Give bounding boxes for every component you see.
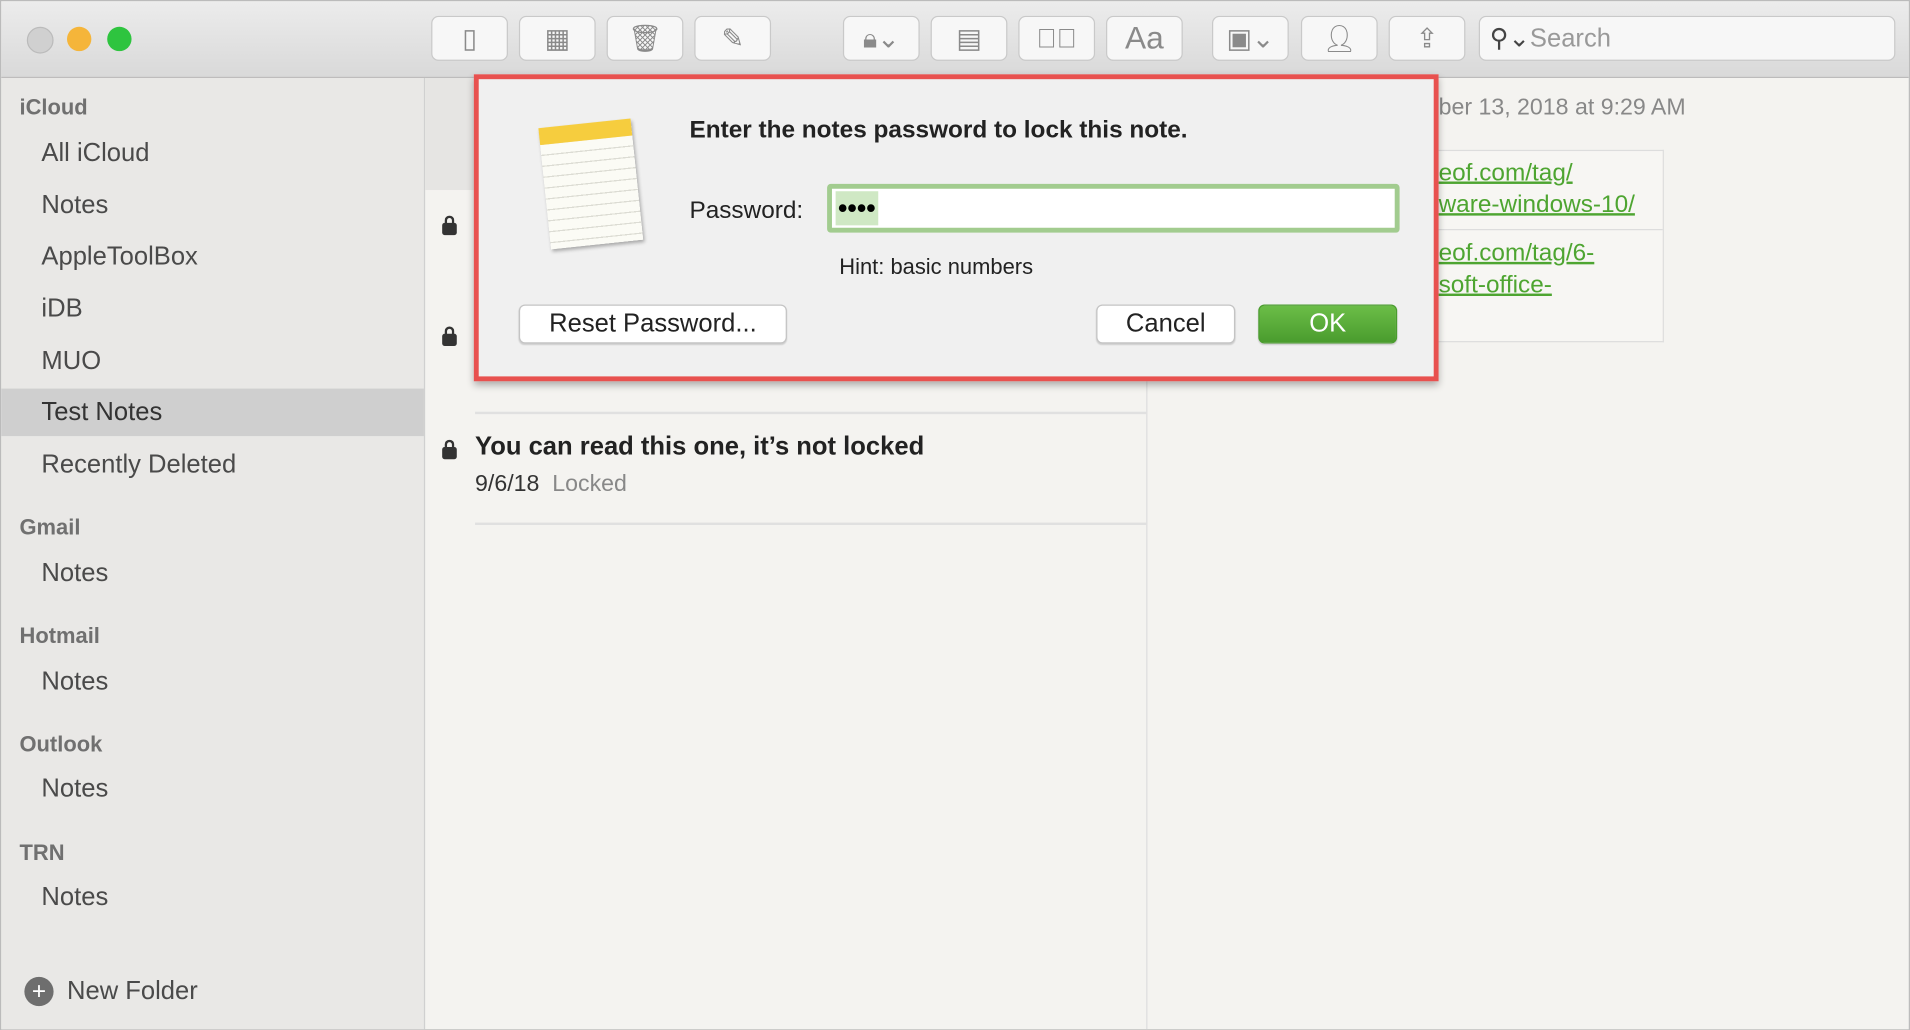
sidebar-item-outlook-notes[interactable]: Notes	[1, 765, 424, 813]
password-field[interactable]: ••••	[827, 183, 1400, 233]
note-date-text: 9/6/18	[475, 471, 540, 497]
media-icon: ▣⌄	[1226, 22, 1275, 53]
add-people-button[interactable]: 👤︎	[1300, 15, 1378, 61]
compose-button[interactable]: ✎	[694, 15, 772, 61]
media-button[interactable]: ▣⌄	[1212, 15, 1289, 61]
sidebar-item-idb[interactable]: iDB	[1, 285, 424, 333]
lock-icon: 🔒︎⌄	[862, 22, 900, 53]
sidebar-item-hotmail-notes[interactable]: Notes	[1, 658, 424, 706]
format-icon: Aa	[1125, 19, 1164, 57]
sidebar-item-trn-notes[interactable]: Notes	[1, 873, 424, 921]
note-title[interactable]: You can read this one, it’s not locked	[475, 432, 924, 461]
delete-button[interactable]: 🗑	[606, 15, 684, 61]
toolbar: ▯ ▦ 🗑 ✎ 🔒︎⌄ ▤ ✓⃝ Aa ▣⌄ 👤︎ ⇪ ⚲⌄ Search	[1, 1, 1909, 78]
new-folder-label: New Folder	[66, 976, 198, 1005]
table-icon: ▤	[956, 22, 982, 53]
new-folder-button[interactable]: + New Folder	[24, 976, 198, 1007]
format-button[interactable]: Aa	[1106, 15, 1183, 61]
note-timestamp: ber 13, 2018 at 9:29 AM	[1438, 95, 1686, 121]
note-link[interactable]: eof.com/tag/	[1439, 160, 1573, 188]
sidebar-item-muo[interactable]: MUO	[1, 337, 424, 385]
minimize-button[interactable]	[66, 26, 92, 52]
dialog-title: Enter the notes password to lock this no…	[689, 116, 1188, 144]
gallery-view-button[interactable]: ▦	[518, 15, 596, 61]
add-people-icon: 👤︎	[1322, 22, 1357, 53]
password-hint: Hint: basic numbers	[839, 254, 1034, 279]
sidebar-item-notes[interactable]: Notes	[1, 181, 424, 229]
plus-circle-icon: +	[24, 976, 54, 1007]
ok-button[interactable]: OK	[1258, 304, 1398, 344]
note-link[interactable]: eof.com/tag/6-	[1439, 240, 1595, 268]
table-button[interactable]: ▤	[930, 15, 1008, 61]
notes-window: ▯ ▦ 🗑 ✎ 🔒︎⌄ ▤ ✓⃝ Aa ▣⌄ 👤︎ ⇪ ⚲⌄ Search iCl…	[0, 0, 1910, 1030]
close-button[interactable]	[26, 26, 54, 54]
section-trn: TRN	[19, 840, 65, 865]
checklist-icon: ✓⃝	[1036, 22, 1077, 53]
reset-password-button[interactable]: Reset Password...	[518, 304, 787, 344]
section-outlook: Outlook	[19, 732, 103, 757]
share-icon: ⇪	[1415, 22, 1439, 53]
note-link[interactable]: soft-office-	[1439, 272, 1552, 300]
password-dialog: Enter the notes password to lock this no…	[473, 74, 1439, 382]
sidebar-item-gmail-notes[interactable]: Notes	[1, 549, 424, 597]
lock-button[interactable]: 🔒︎⌄	[842, 15, 920, 61]
section-icloud: iCloud	[19, 95, 88, 120]
note-status: Locked	[552, 471, 627, 497]
gallery-icon: ▦	[544, 22, 570, 53]
notes-app-icon	[538, 118, 644, 250]
note-link[interactable]: ware-windows-10/	[1439, 191, 1635, 219]
search-icon: ⚲⌄	[1489, 24, 1530, 53]
trash-icon: 🗑	[627, 22, 662, 53]
lock-icon	[442, 326, 457, 346]
sidebar-item-all-icloud[interactable]: All iCloud	[1, 129, 424, 177]
lock-icon	[442, 439, 457, 460]
sidebar-item-appletoolbox[interactable]: AppleToolBox	[1, 233, 424, 281]
sidebar: iCloud All iCloud Notes AppleToolBox iDB…	[1, 77, 426, 1030]
note-date: 9/6/18 Locked	[475, 471, 627, 498]
cancel-button[interactable]: Cancel	[1096, 304, 1236, 344]
section-hotmail: Hotmail	[19, 623, 100, 649]
share-button[interactable]: ⇪	[1388, 15, 1466, 61]
compose-icon: ✎	[721, 22, 744, 53]
sidebar-item-test-notes[interactable]: Test Notes	[1, 388, 424, 437]
search-input[interactable]: Search	[1530, 24, 1611, 53]
sidebar-item-recently-deleted[interactable]: Recently Deleted	[1, 441, 424, 489]
zoom-button[interactable]	[107, 26, 132, 52]
checklist-button[interactable]: ✓⃝	[1018, 15, 1096, 61]
password-label: Password:	[689, 197, 804, 225]
sidebar-toggle-button[interactable]: ▯	[431, 15, 508, 61]
sidebar-icon: ▯	[462, 22, 477, 53]
lock-icon	[442, 215, 457, 236]
search-field[interactable]: ⚲⌄ Search	[1478, 15, 1896, 61]
password-input[interactable]: ••••	[835, 191, 879, 226]
section-gmail: Gmail	[19, 515, 81, 540]
